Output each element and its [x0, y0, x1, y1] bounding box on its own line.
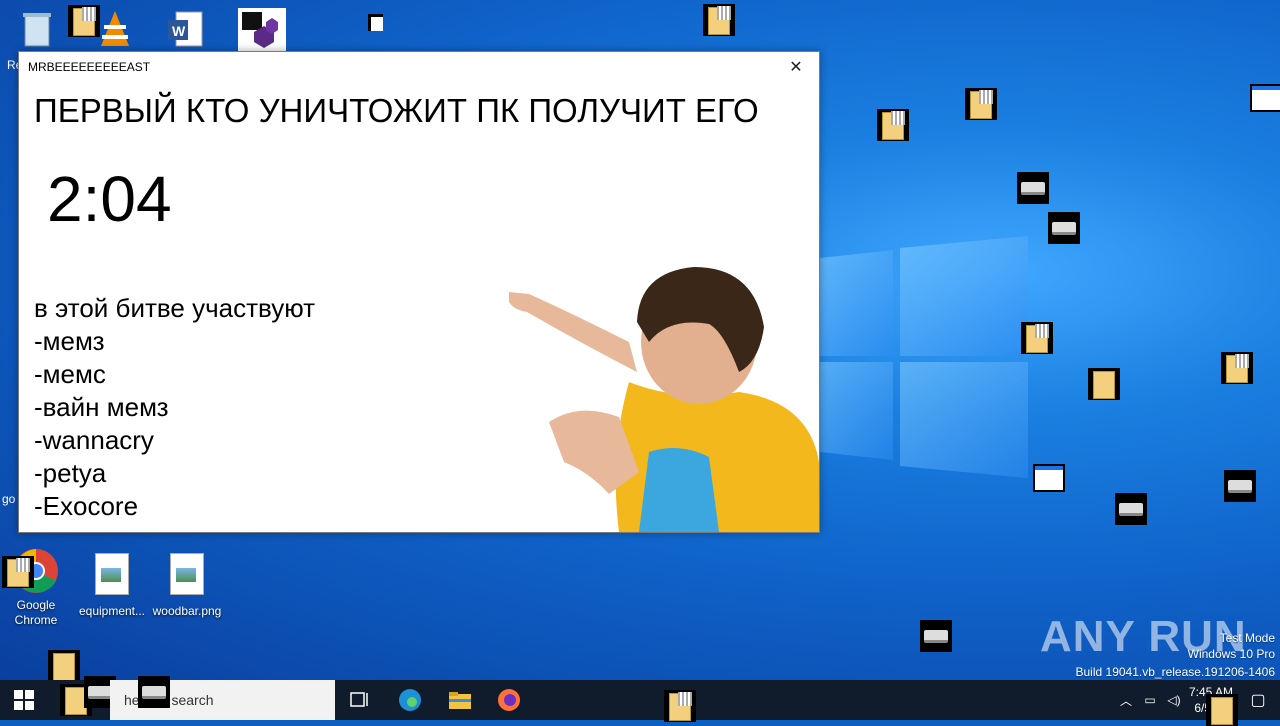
- build-label: Build 19041.vb_release.191206-1406: [1075, 665, 1276, 679]
- participant-item: -Exocore: [34, 491, 139, 521]
- svg-text:W: W: [172, 23, 186, 39]
- windows-edition-label: Windows 10 Pro: [1187, 647, 1275, 661]
- participant-item: -вайн мемз: [34, 392, 169, 422]
- desktop-icon-label: equipment...: [78, 604, 146, 618]
- folder-glitch-icon[interactable]: [1221, 352, 1253, 384]
- window-title: MRBEEEEEEEEEAST: [28, 60, 151, 74]
- participants-list: в этой битве участвуют -мемз -мемс -вайн…: [34, 292, 315, 523]
- desktop-label-fragment: go: [2, 492, 16, 506]
- pointing-person-image: [509, 267, 819, 532]
- folder-glitch-icon[interactable]: [877, 109, 909, 141]
- folder-glitch-icon[interactable]: [965, 88, 997, 120]
- file-explorer-icon[interactable]: [448, 688, 472, 712]
- chevron-up-icon[interactable]: ︿: [1114, 692, 1138, 709]
- volume-icon[interactable]: ◁): [1162, 693, 1186, 707]
- folder-glitch-icon[interactable]: [68, 5, 100, 37]
- firefox-icon[interactable]: [497, 688, 521, 712]
- desktop-icon-label: Google Chrome: [14, 598, 58, 627]
- drive-glitch-icon[interactable]: [1048, 212, 1080, 244]
- cursor-glitch-icon: [368, 14, 383, 31]
- drive-glitch-icon[interactable]: [1115, 493, 1147, 525]
- notification-icon[interactable]: ▢: [1236, 690, 1280, 710]
- window-titlebar[interactable]: MRBEEEEEEEEEAST ✕: [19, 52, 819, 82]
- taskbar: here to search ︿ ▭ ◁) 7:45 AM 6/5/20 ▢: [0, 676, 1280, 726]
- drive-glitch-icon[interactable]: [920, 620, 952, 652]
- vlc-icon[interactable]: [95, 8, 135, 50]
- desktop-icon-woodbar[interactable]: woodbar.png: [151, 550, 223, 619]
- task-view-icon[interactable]: [348, 688, 372, 712]
- headline-text: ПЕРВЫЙ КТО УНИЧТОЖИТ ПК ПОЛУЧИТ ЕГО: [34, 92, 759, 129]
- desktop-icon-equipment[interactable]: equipment...: [76, 550, 148, 619]
- system-tray: ︿ ▭ ◁) 7:45 AM 6/5/20 ▢: [1114, 680, 1280, 720]
- test-mode-label: Test Mode: [1219, 631, 1275, 645]
- image-file-icon: [95, 553, 129, 595]
- countdown-timer: 2:04: [47, 163, 172, 235]
- drive-glitch-icon[interactable]: [1224, 470, 1256, 502]
- close-icon: ✕: [789, 59, 803, 76]
- folder-glitch-icon[interactable]: [1206, 694, 1238, 726]
- participant-item: -wannacry: [34, 425, 154, 455]
- participant-item: -petya: [34, 458, 107, 488]
- folder-glitch-icon[interactable]: [48, 650, 80, 682]
- prank-window: MRBEEEEEEEEEAST ✕ ПЕРВЫЙ КТО УНИЧТОЖИТ П…: [18, 51, 820, 533]
- desktop-icon-label: woodbar.png: [152, 604, 222, 618]
- folder-glitch-icon[interactable]: [2, 556, 34, 588]
- start-button[interactable]: [14, 690, 34, 710]
- word-icon[interactable]: W: [166, 10, 204, 50]
- window-glitch-icon[interactable]: [1033, 464, 1065, 492]
- folder-glitch-icon[interactable]: [1021, 322, 1053, 354]
- network-icon[interactable]: ▭: [1138, 693, 1162, 707]
- folder-glitch-icon[interactable]: [1088, 368, 1120, 400]
- recycle-bin-icon[interactable]: [18, 8, 56, 50]
- drive-glitch-icon[interactable]: [138, 676, 170, 708]
- folder-glitch-icon[interactable]: [703, 4, 735, 36]
- window-glitch-icon[interactable]: [1250, 84, 1280, 112]
- drive-glitch-icon[interactable]: [1017, 172, 1049, 204]
- close-button[interactable]: ✕: [773, 52, 819, 82]
- image-file-icon: [170, 553, 204, 595]
- edge-icon[interactable]: [398, 688, 422, 712]
- participant-item: -мемз: [34, 326, 105, 356]
- participant-item: -мемс: [34, 359, 106, 389]
- participants-heading: в этой битве участвуют: [34, 293, 316, 323]
- app-hexagon-icon[interactable]: [238, 8, 286, 52]
- folder-glitch-icon[interactable]: [664, 690, 696, 722]
